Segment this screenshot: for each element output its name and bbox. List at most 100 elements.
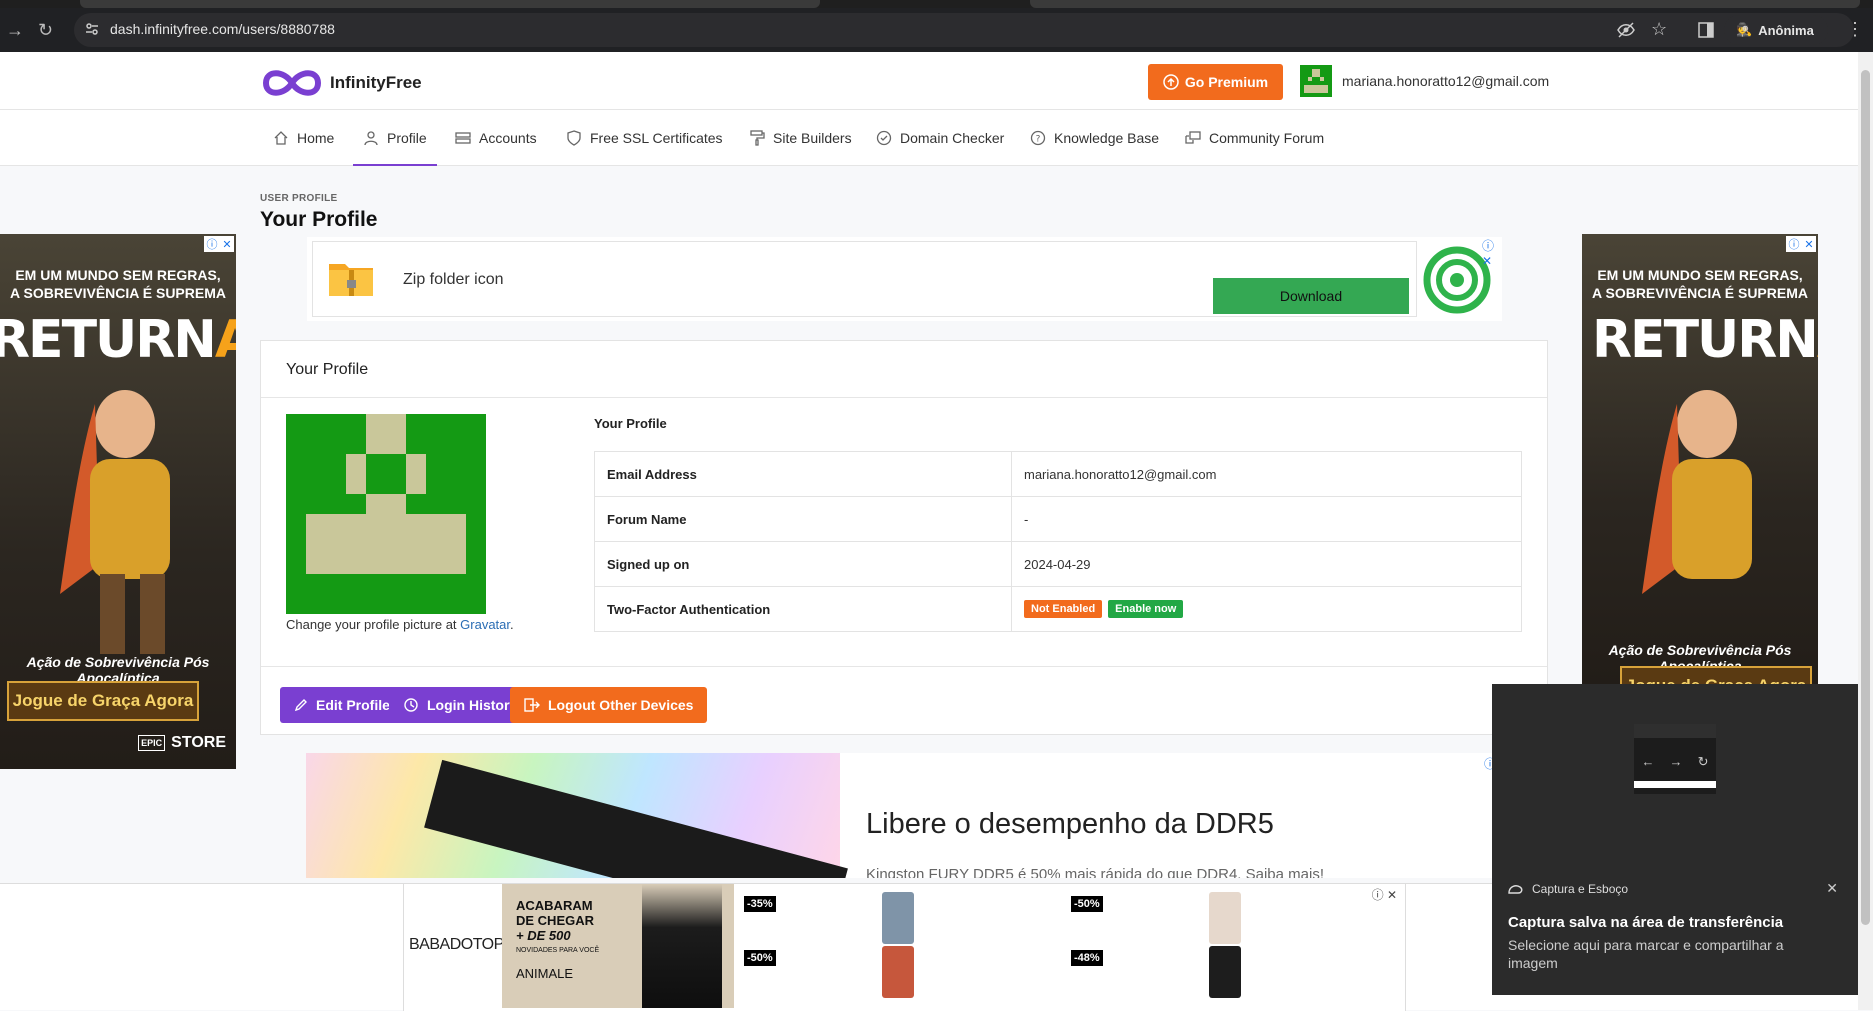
browser-menu-icon[interactable]: ⋮ <box>1846 20 1864 38</box>
row-value: mariana.honoratto12@gmail.com <box>1011 451 1522 497</box>
toast-close-icon[interactable]: ✕ <box>1826 880 1838 897</box>
user-icon <box>364 131 378 146</box>
row-key: Email Address <box>594 451 1012 497</box>
question-circle-icon: ? <box>1030 130 1046 146</box>
edit-profile-button[interactable]: Edit Profile <box>280 687 404 723</box>
profile-details-table: Email Address mariana.honoratto12@gmail.… <box>594 451 1522 632</box>
incognito-icon: 🕵 <box>1736 22 1753 37</box>
ad-card[interactable]: Zip folder icon Download <box>312 241 1417 317</box>
side-panel-icon[interactable] <box>1698 22 1714 38</box>
promo-brands: ANIMALE <box>516 966 574 981</box>
scrollbar-thumb[interactable] <box>1861 70 1870 925</box>
logo-text: InfinityFree <box>330 73 422 92</box>
go-premium-button[interactable]: Go Premium <box>1148 64 1283 100</box>
ad-promo-image[interactable]: ACABARAM DE CHEGAR + DE 500 NOVIDADES PA… <box>502 884 734 1008</box>
table-row: Two-Factor Authentication Not Enabled Ena… <box>594 586 1522 632</box>
upgrade-arrow-icon <box>1163 74 1179 90</box>
gravatar-note: Change your profile picture at Gravatar. <box>286 617 514 632</box>
page-title: Your Profile <box>260 208 378 231</box>
nav-label: Accounts <box>479 130 537 146</box>
user-menu[interactable]: mariana.honoratto12@gmail.com <box>1300 65 1549 97</box>
home-icon <box>274 131 288 145</box>
zip-folder-icon <box>329 264 373 296</box>
site-settings-icon[interactable] <box>84 21 100 37</box>
nav-site-builders[interactable]: Site Builders <box>749 110 852 166</box>
ad-subtext: Kingston FURY DDR5 é 50% mais rápida do … <box>866 866 1324 878</box>
nav-label: Community Forum <box>1209 130 1325 146</box>
gravatar-suffix: . <box>510 617 514 632</box>
login-history-label: Login History <box>427 697 518 713</box>
product-image[interactable] <box>1209 892 1241 944</box>
product-image[interactable] <box>1209 946 1241 998</box>
promo-line: DE CHEGAR <box>516 913 595 928</box>
promo-line: ACABARAM <box>516 898 593 913</box>
reload-icon[interactable]: ↻ <box>38 20 53 41</box>
model-image <box>642 884 722 1008</box>
nav-label: Home <box>297 130 335 146</box>
ad-left-skyscraper[interactable]: EM UM MUNDO SEM REGRAS, A SOBREVIVÊNCIA … <box>0 234 236 769</box>
ad-download-button[interactable]: Download <box>1213 278 1409 314</box>
twofa-status-badge: Not Enabled <box>1024 600 1103 618</box>
table-row: Signed up on 2024-04-29 <box>594 541 1522 587</box>
product-image[interactable] <box>882 892 914 944</box>
nav-ssl[interactable]: Free SSL Certificates <box>566 110 723 166</box>
check-circle-icon <box>876 130 892 146</box>
address-bar[interactable]: dash.infinityfree.com/users/8880788 ☆ <box>74 13 1854 47</box>
row-key: Two-Factor Authentication <box>594 586 1012 632</box>
nav-knowledge-base[interactable]: ? Knowledge Base <box>1030 110 1159 166</box>
browser-toolbar: → ↻ dash.infinityfree.com/users/8880788 … <box>0 8 1873 52</box>
adchoices-icon[interactable]: ⓘ ✕ <box>204 236 234 252</box>
thumbnail-bar <box>1634 781 1716 788</box>
ad-ddr5-banner[interactable]: Libere o desempenho da DDR5 Kingston FUR… <box>306 753 1496 878</box>
snip-notification[interactable]: ← → ↻ Captura e Esboço ✕ Captura salva na … <box>1492 684 1858 995</box>
pencil-icon <box>294 699 307 712</box>
ad-title-a: RETURN <box>0 310 217 370</box>
logo[interactable]: InfinityFree <box>260 66 422 100</box>
adchoices-icon[interactable]: ⓘ ✕ <box>1786 236 1816 252</box>
profile-avatar <box>286 414 486 614</box>
nav-accounts[interactable]: Accounts <box>455 110 537 166</box>
ad-headline-line2: A SOBREVIVÊNCIA É SUPREMA <box>1592 285 1808 301</box>
edit-profile-label: Edit Profile <box>316 697 390 713</box>
incognito-profile-button[interactable]: 🕵 Anônima <box>1724 15 1828 45</box>
url-text[interactable]: dash.infinityfree.com/users/8880788 <box>110 21 335 37</box>
product-image[interactable] <box>882 946 914 998</box>
gravatar-link[interactable]: Gravatar <box>460 617 510 632</box>
eye-slash-icon[interactable] <box>1616 21 1636 39</box>
ad-bottom-banner[interactable]: BABADOTOP ACABARAM DE CHEGAR + DE 500 NO… <box>403 884 1406 1011</box>
card-footer: Edit Profile Login History Logout Other … <box>261 666 1547 736</box>
nav-profile[interactable]: Profile <box>353 110 437 166</box>
logout-other-devices-button[interactable]: Logout Other Devices <box>510 687 708 723</box>
bookmark-star-icon[interactable]: ☆ <box>1651 19 1667 40</box>
screenshot-thumbnail[interactable]: ← → ↻ <box>1634 724 1716 794</box>
nav-label: Site Builders <box>773 130 852 146</box>
page-scrollbar[interactable] <box>1858 52 1873 1010</box>
ad-title-b: ALIVE <box>214 310 236 370</box>
enable-2fa-button[interactable]: Enable now <box>1108 600 1184 618</box>
ad-brand: BABADOTOP <box>409 936 504 953</box>
browser-tabstrip <box>0 0 1873 8</box>
ad-right-skyscraper[interactable]: EM UM MUNDO SEM REGRAS, A SOBREVIVÊNCIA … <box>1582 234 1818 684</box>
nav-home[interactable]: Home <box>273 110 334 166</box>
ad-headline[interactable]: Libere o desempenho da DDR5 <box>866 808 1274 841</box>
adchoices-icon[interactable]: ⓘ ✕ <box>1482 237 1502 268</box>
ad-headline: EM UM MUNDO SEM REGRAS, A SOBREVIVÊNCIA … <box>1582 266 1818 302</box>
card-header: Your Profile <box>261 341 1547 398</box>
twofa-cell: Not Enabled Enable now <box>1011 586 1522 632</box>
row-value: 2024-04-29 <box>1011 541 1522 587</box>
ad-banner-top[interactable]: Zip folder icon Download ⓘ ✕ <box>307 237 1502 321</box>
browser-tab[interactable] <box>80 0 820 8</box>
ad-cta-button[interactable]: Jogue de Graça Agora <box>1620 666 1812 684</box>
profile-card: Your Profile Change your profile picture… <box>260 340 1548 735</box>
ad-cta-button[interactable]: Jogue de Graça Agora <box>7 681 199 721</box>
ad-close-icon[interactable]: ⓘ ✕ <box>1372 886 1397 903</box>
promo-small: NOVIDADES PARA VOCÊ <box>516 947 600 954</box>
forward-icon[interactable]: → <box>6 20 24 41</box>
shield-icon <box>567 130 581 146</box>
nav-domain-checker[interactable]: Domain Checker <box>876 110 1004 166</box>
browser-tab[interactable] <box>1030 0 1860 8</box>
chat-icon <box>1185 131 1201 144</box>
nav-community-forum[interactable]: Community Forum <box>1185 110 1324 166</box>
game-character-art <box>1642 390 1752 594</box>
ad-title[interactable]: Zip folder icon <box>403 271 504 289</box>
